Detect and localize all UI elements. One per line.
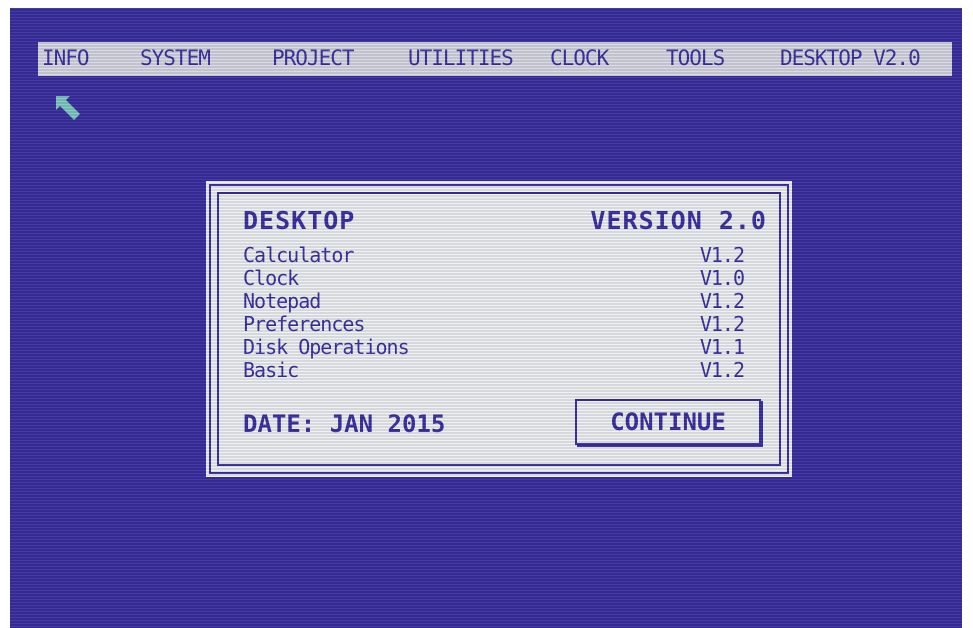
release-date: DATE: JAN 2015	[243, 410, 446, 438]
item-version: V1.2	[699, 289, 745, 313]
list-item: Preferences V1.2	[243, 313, 748, 336]
dialog-version: VERSION 2.0	[590, 206, 767, 235]
item-version: V1.1	[699, 335, 745, 359]
menu-info[interactable]: INFO	[42, 46, 90, 70]
continue-button[interactable]: CONTINUE	[575, 399, 761, 445]
list-item: Notepad V1.2	[243, 290, 748, 313]
menu-desktop-version[interactable]: DESKTOP V2.0	[780, 46, 921, 70]
list-item: Clock V1.0	[243, 267, 748, 290]
item-name: Clock	[243, 266, 299, 290]
item-version: V1.2	[699, 243, 745, 267]
item-name: Notepad	[243, 289, 321, 313]
item-version: V1.0	[699, 266, 745, 290]
item-version: V1.2	[699, 312, 745, 336]
menu-bar: INFO SYSTEM PROJECT UTILITIES CLOCK TOOL…	[38, 42, 952, 76]
about-dialog: DESKTOP VERSION 2.0 Calculator V1.2 Cloc…	[209, 184, 789, 474]
item-name: Basic	[243, 358, 299, 382]
list-item: Disk Operations V1.1	[243, 336, 748, 359]
desktop-screen: INFO SYSTEM PROJECT UTILITIES CLOCK TOOL…	[10, 8, 962, 628]
menu-tools[interactable]: TOOLS	[666, 46, 725, 70]
dialog-title: DESKTOP	[243, 206, 356, 235]
list-item: Calculator V1.2	[243, 244, 748, 267]
menu-system[interactable]: SYSTEM	[140, 46, 211, 70]
item-name: Calculator	[243, 243, 354, 267]
item-version: V1.2	[699, 358, 745, 382]
component-list: Calculator V1.2 Clock V1.0 Notepad V1.2 …	[243, 244, 748, 382]
menu-utilities[interactable]: UTILITIES	[408, 46, 514, 70]
item-name: Preferences	[243, 312, 365, 336]
menu-project[interactable]: PROJECT	[272, 46, 355, 70]
menu-clock[interactable]: CLOCK	[550, 46, 609, 70]
item-name: Disk Operations	[243, 335, 410, 359]
arrow-pointer-icon	[56, 96, 80, 120]
list-item: Basic V1.2	[243, 359, 748, 382]
